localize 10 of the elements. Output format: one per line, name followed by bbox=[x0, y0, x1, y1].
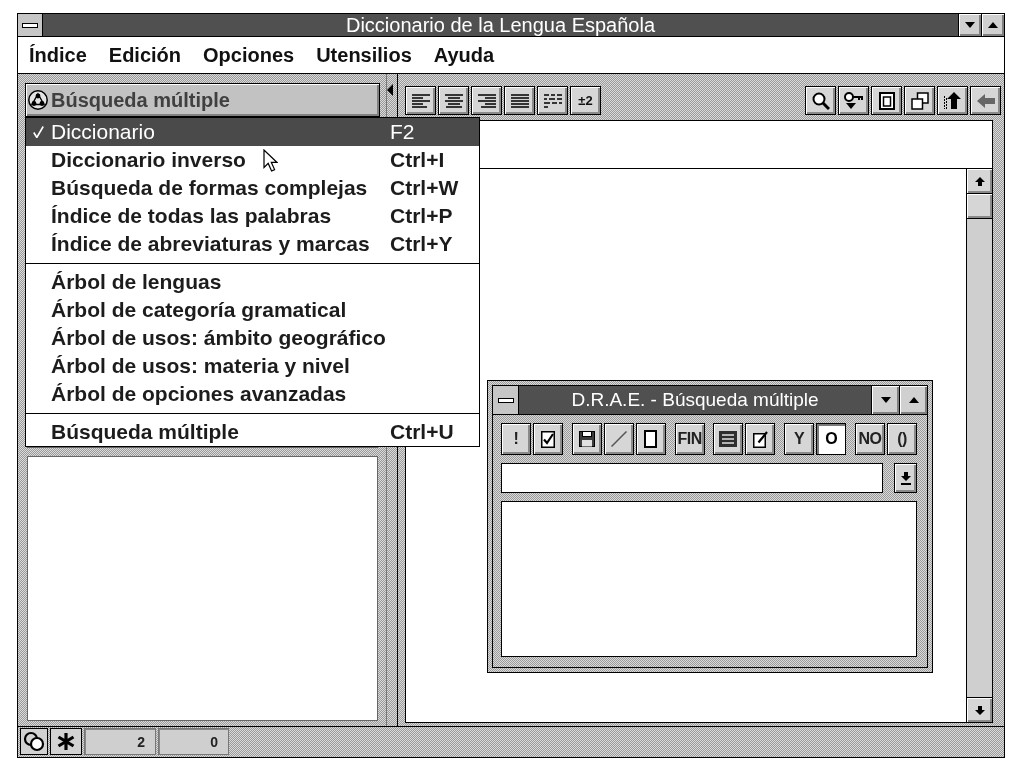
shortcut-text: Ctrl+U bbox=[390, 419, 454, 446]
shortcut-text: F2 bbox=[390, 119, 415, 146]
shortcut-text: Ctrl+P bbox=[390, 203, 453, 230]
window-title: Diccionario de la Lengua Española bbox=[344, 14, 657, 36]
status-number: 0 bbox=[158, 728, 229, 755]
status-number: 2 bbox=[84, 728, 156, 755]
window-title: D.R.A.E. - Búsqueda múltiple bbox=[570, 388, 820, 412]
shortcut-text: Ctrl+W bbox=[390, 175, 459, 202]
shortcut-text: Ctrl+Y bbox=[390, 231, 453, 258]
shortcut-text: Ctrl+I bbox=[390, 147, 445, 174]
